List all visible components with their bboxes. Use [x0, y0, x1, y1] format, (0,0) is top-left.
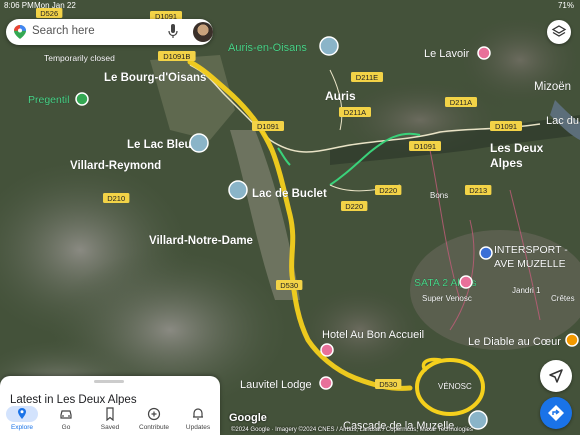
place-label[interactable]: VÉNOSC [438, 382, 472, 391]
search-bar[interactable]: Search here [6, 19, 213, 45]
place-label[interactable]: AVE MUZELLE [494, 258, 566, 270]
place-label[interactable]: Auris [325, 89, 356, 103]
tab-label: Explore [10, 424, 34, 431]
place-label[interactable]: Villard-Reymond [70, 160, 162, 172]
tab-saved[interactable]: Saved [88, 405, 132, 435]
tab-contribute[interactable]: Contribute [132, 405, 176, 435]
bookmark-icon [106, 407, 114, 421]
google-logo: Google [229, 412, 267, 424]
photo-icon[interactable] [319, 36, 339, 56]
place-label[interactable]: Lac de Buclet [252, 188, 327, 200]
road-shield-label: D1091 [495, 122, 517, 131]
google-maps-pin-icon [14, 25, 26, 39]
place-label[interactable]: Villard-Notre-Dame [149, 235, 253, 247]
road-shield-label: D1091 [257, 122, 279, 131]
directions-icon [548, 405, 564, 421]
road-shield-label: D220 [345, 202, 363, 211]
tab-updates[interactable]: Updates [176, 405, 220, 435]
status-date: Mon Jan 22 [34, 1, 76, 10]
place-label[interactable]: INTERSPORT - [494, 244, 569, 256]
place-label[interactable]: Le Diable au Cœur [468, 336, 562, 348]
photo-icon[interactable] [189, 133, 209, 153]
place-label[interactable]: Auris-en-Oisans [228, 42, 308, 54]
plus-circle-icon [147, 407, 161, 421]
place-label[interactable]: Mizoën [534, 81, 571, 93]
photo-icon[interactable] [228, 180, 248, 200]
road-shield-label: D220 [379, 186, 397, 195]
road-shield-label: D211A [344, 108, 366, 117]
road-shield-label: D530 [280, 281, 298, 290]
satellite-map[interactable]: Le Bourg-d'Oisans Temporarily closed Prege… [0, 0, 580, 435]
hotel-icon[interactable] [320, 343, 334, 357]
status-battery: 71% [557, 1, 574, 10]
park-icon[interactable] [75, 92, 89, 106]
tab-label: Updates [185, 424, 211, 431]
search-input[interactable]: Search here [32, 25, 95, 37]
status-time: 8:06 PM [4, 1, 34, 10]
tab-label: Saved [100, 424, 120, 431]
bell-icon [193, 408, 203, 420]
my-location-button[interactable] [540, 360, 572, 392]
hotel-icon[interactable] [319, 376, 333, 390]
navigation-arrow-icon [549, 369, 563, 383]
place-label[interactable]: Alpes [490, 156, 523, 170]
layers-icon [551, 25, 567, 37]
place-label[interactable]: Jandri 1 [512, 286, 541, 295]
explore-pin-icon [18, 408, 26, 419]
tab-label: Go [61, 424, 71, 431]
road-shield-label: D1091 [414, 142, 436, 151]
tab-explore[interactable]: Explore [0, 405, 44, 435]
map-attribution: ©2024 Google · Imagery ©2024 CNES / Airb… [231, 427, 473, 433]
layers-button[interactable] [547, 20, 571, 44]
directions-button[interactable] [540, 397, 572, 429]
tab-label: Contribute [139, 424, 169, 431]
road-shield-label: D211E [356, 73, 378, 82]
sheet-drag-handle[interactable] [94, 380, 124, 383]
tab-go[interactable]: Go [44, 405, 88, 435]
road-shield-label: D1091B [163, 52, 190, 61]
place-label[interactable]: Hotel Au Bon Accueil [322, 329, 424, 341]
place-label[interactable]: Pregentil [28, 94, 70, 106]
place-label[interactable]: Les Deux [490, 141, 544, 155]
place-label[interactable]: Le Lac Bleu [127, 139, 192, 151]
place-label[interactable]: Super Venosc [422, 294, 472, 303]
microphone-icon[interactable] [168, 24, 178, 39]
status-bar: 8:06 PM Mon Jan 22 71% [0, 0, 580, 12]
place-label[interactable]: Temporarily closed [44, 53, 115, 63]
place-label[interactable]: Lauvitel Lodge [240, 379, 312, 391]
restaurant-icon[interactable] [565, 333, 579, 347]
place-label[interactable]: Bons [430, 191, 449, 200]
road-shield-label: D530 [379, 380, 397, 389]
road-shield-label: D211A [450, 98, 472, 107]
pin-icon[interactable] [459, 275, 473, 289]
user-avatar[interactable] [193, 22, 213, 42]
pin-icon[interactable] [477, 46, 491, 60]
place-label[interactable]: Lac du [546, 115, 579, 127]
car-icon [60, 410, 72, 419]
place-label[interactable]: Crêtes [551, 294, 575, 303]
place-label[interactable]: Le Bourg-d'Oisans [104, 72, 207, 84]
road-shield-label: D210 [107, 194, 125, 203]
bottom-navigation: Explore Go Saved Contribute Updates [0, 405, 220, 435]
road-shield-label: D213 [469, 186, 487, 195]
place-label[interactable]: Le Lavoir [424, 48, 470, 60]
shop-icon[interactable] [479, 246, 493, 260]
